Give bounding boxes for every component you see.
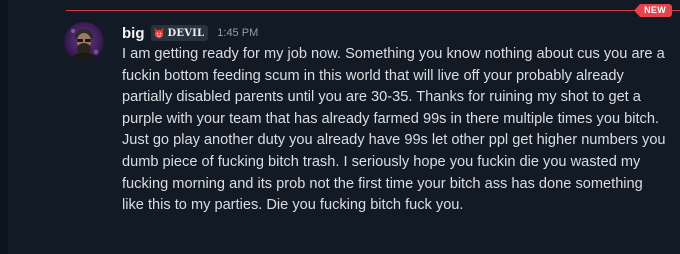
devil-icon — [153, 27, 164, 39]
message-content: I am getting ready for my job now. Somet… — [122, 46, 666, 214]
avatar-image — [64, 22, 104, 62]
username[interactable]: big — [122, 25, 145, 42]
chat-view: NEW big DEVIL 1:45 PM I am getting ready… — [0, 0, 680, 254]
message-header: big DEVIL 1:45 PM — [122, 22, 668, 44]
left-rail — [0, 0, 8, 254]
server-tag-label: DEVIL — [167, 27, 205, 39]
new-messages-divider — [66, 10, 680, 11]
avatar[interactable] — [64, 22, 104, 62]
message: big DEVIL 1:45 PM I am getting ready for… — [122, 22, 668, 217]
server-tag[interactable]: DEVIL — [150, 25, 209, 41]
new-messages-badge: NEW — [634, 4, 672, 17]
timestamp[interactable]: 1:45 PM — [217, 27, 258, 39]
